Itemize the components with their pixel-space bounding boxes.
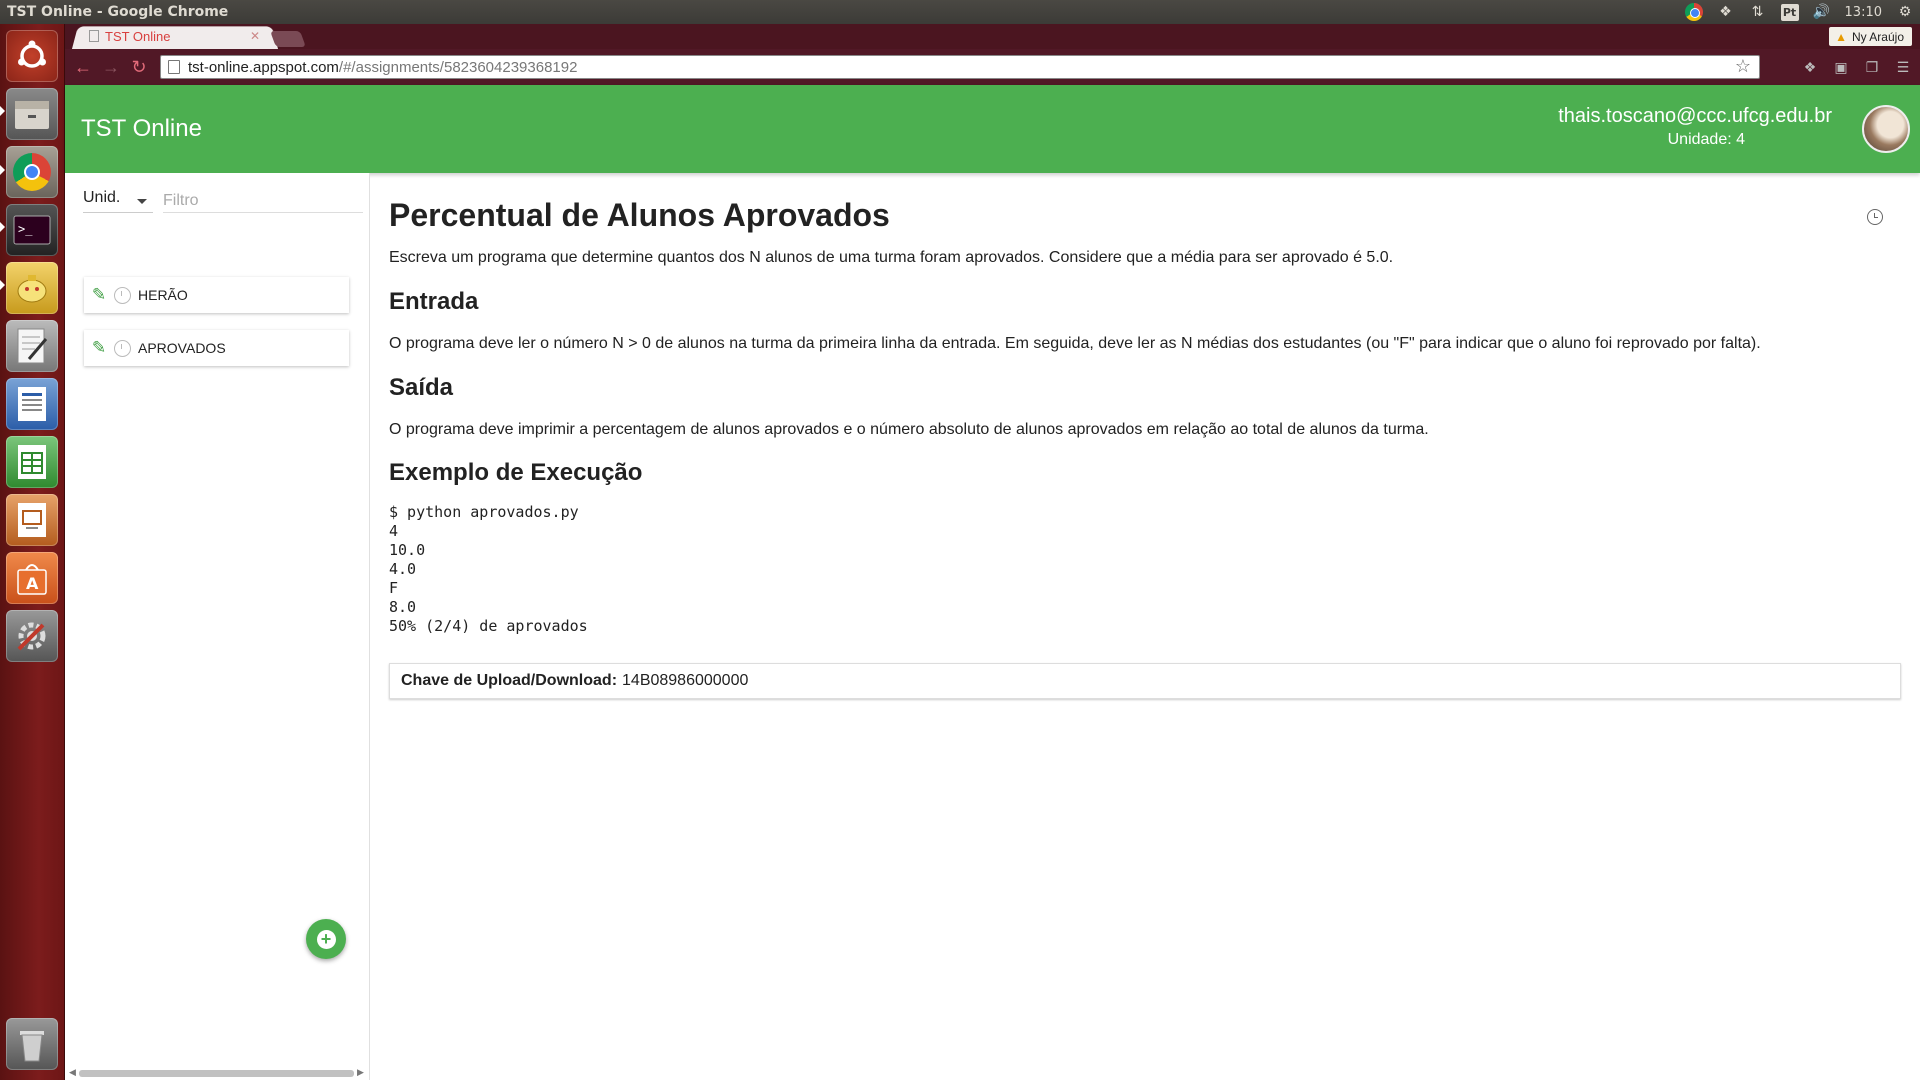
window-title: TST Online - Google Chrome <box>7 4 229 20</box>
pencil-icon[interactable]: ✎ <box>84 285 114 305</box>
chrome-icon[interactable] <box>6 146 58 198</box>
assignments-sidebar: Unid. ✎ HERÃO ✎ APROVADOS + ◀ ▶ <box>65 173 370 1080</box>
output-text: O programa deve imprimir a percentagem d… <box>389 421 1429 438</box>
browser-toolbar: ← → ↻ tst-online.appspot.com/#/assignmen… <box>65 49 1920 85</box>
tst-app: TST Online thais.toscano@ccc.ufcg.edu.br… <box>65 85 1920 1080</box>
assignment-item[interactable]: ✎ APROVADOS <box>84 330 349 366</box>
session-gear-icon[interactable]: ⚙ <box>1896 3 1914 21</box>
unity-launcher: >_ A <box>0 24 65 1080</box>
unit-select[interactable]: Unid. <box>83 187 153 213</box>
user-email: thais.toscano@ccc.ufcg.edu.br <box>1558 105 1832 127</box>
clock-icon <box>114 286 131 304</box>
user-unit: Unidade: 4 <box>1667 131 1745 148</box>
input-heading: Entrada <box>389 288 479 315</box>
extension-chat-icon[interactable]: ❖ <box>1800 57 1820 77</box>
impress-icon[interactable] <box>6 494 58 546</box>
assignment-content: Percentual de Alunos Aprovados Escreva u… <box>389 173 1909 1080</box>
terminal-icon[interactable]: >_ <box>6 204 58 256</box>
input-text: O programa deve ler o número N > 0 de al… <box>389 335 1761 352</box>
avatar[interactable] <box>1862 105 1910 153</box>
trash-icon[interactable] <box>6 1018 58 1070</box>
svg-text:>_: >_ <box>18 222 33 236</box>
back-icon[interactable]: ← <box>69 53 97 81</box>
svg-text:A: A <box>26 574 39 593</box>
running-indicator <box>0 222 5 232</box>
writer-icon[interactable] <box>6 378 58 430</box>
profile-switcher[interactable]: ▲ Ny Araújo <box>1829 27 1912 46</box>
os-top-bar: TST Online - Google Chrome ❖ ⇅ Pt 🔊 13:1… <box>0 0 1920 24</box>
scroll-left-icon[interactable]: ◀ <box>69 1067 76 1078</box>
output-heading: Saída <box>389 374 454 401</box>
intro-text: Escreva um programa que determine quanto… <box>389 249 1394 266</box>
forward-icon[interactable]: → <box>97 53 125 81</box>
software-center-icon[interactable]: A <box>6 552 58 604</box>
scrollbar-thumb[interactable] <box>79 1070 354 1077</box>
pencil-icon[interactable]: ✎ <box>84 338 114 358</box>
files-icon[interactable] <box>6 88 58 140</box>
chrome-menu-icon[interactable]: ☰ <box>1893 57 1913 77</box>
assignment-label: HERÃO <box>138 287 188 303</box>
clock-icon <box>114 339 131 357</box>
page-info-icon[interactable] <box>168 60 180 74</box>
plus-icon: + <box>316 929 336 949</box>
chat-indicator-icon[interactable]: ❖ <box>1717 3 1735 21</box>
clock[interactable]: 13:10 <box>1845 5 1882 20</box>
reload-icon[interactable]: ↻ <box>125 53 153 81</box>
running-indicator <box>0 165 5 175</box>
profile-name: Ny Araújo <box>1851 29 1904 44</box>
ubuntu-dash-icon[interactable] <box>6 30 58 82</box>
system-tray: ❖ ⇅ Pt 🔊 13:10 ⚙ <box>1684 0 1914 24</box>
bookmark-star-icon[interactable]: ☆ <box>1735 56 1751 77</box>
url-path: /#/assignments/5823604239368192 <box>338 58 578 76</box>
page-favicon-icon <box>89 30 99 42</box>
tab-title[interactable]: TST Online <box>105 29 255 44</box>
games-icon[interactable] <box>6 262 58 314</box>
keyboard-layout-indicator[interactable]: Pt <box>1780 3 1799 21</box>
address-bar[interactable]: tst-online.appspot.com/#/assignments/582… <box>160 55 1760 79</box>
app-title[interactable]: TST Online <box>81 115 202 143</box>
chrome-tray-icon[interactable] <box>1684 3 1703 21</box>
browser-tab-strip: TST Online ✕ ▲ Ny Araújo <box>65 24 1920 50</box>
calc-icon[interactable] <box>6 436 58 488</box>
running-indicator <box>0 280 5 290</box>
upload-key-box: Chave de Upload/Download: 14B08986000000 <box>389 663 1901 699</box>
horizontal-scrollbar[interactable]: ◀ ▶ <box>69 1067 364 1079</box>
chevron-down-icon <box>137 199 147 204</box>
volume-icon[interactable]: 🔊 <box>1813 3 1831 21</box>
app-header: TST Online thais.toscano@ccc.ufcg.edu.br… <box>65 85 1920 173</box>
assignment-item[interactable]: ✎ HERÃO <box>84 277 349 313</box>
filter-input[interactable] <box>163 187 363 213</box>
url-host: tst-online.appspot.com <box>188 58 339 76</box>
example-heading: Exemplo de Execução <box>389 459 643 486</box>
system-settings-icon[interactable] <box>6 610 58 662</box>
upload-key-label: Chave de Upload/Download: <box>401 672 618 689</box>
upload-key-value[interactable]: 14B08986000000 <box>622 672 748 690</box>
add-assignment-button[interactable]: + <box>306 919 346 959</box>
page-title: Percentual de Alunos Aprovados <box>389 197 890 233</box>
text-editor-icon[interactable] <box>6 320 58 372</box>
network-icon[interactable]: ⇅ <box>1749 3 1767 21</box>
new-tab-button[interactable] <box>270 31 306 47</box>
running-indicator <box>0 106 5 116</box>
tab-close-icon[interactable]: ✕ <box>250 29 260 43</box>
unit-select-value: Unid. <box>83 189 121 206</box>
extension-screenshot-icon[interactable]: ▣ <box>1831 57 1851 77</box>
extension-windows-icon[interactable]: ❐ <box>1862 57 1882 77</box>
example-code: $ python aprovados.py 4 10.0 4.0 F 8.0 5… <box>389 503 588 635</box>
history-icon[interactable] <box>1867 209 1883 225</box>
assignment-label: APROVADOS <box>138 340 226 356</box>
warning-icon: ▲ <box>1835 29 1847 44</box>
scroll-right-icon[interactable]: ▶ <box>357 1067 364 1078</box>
